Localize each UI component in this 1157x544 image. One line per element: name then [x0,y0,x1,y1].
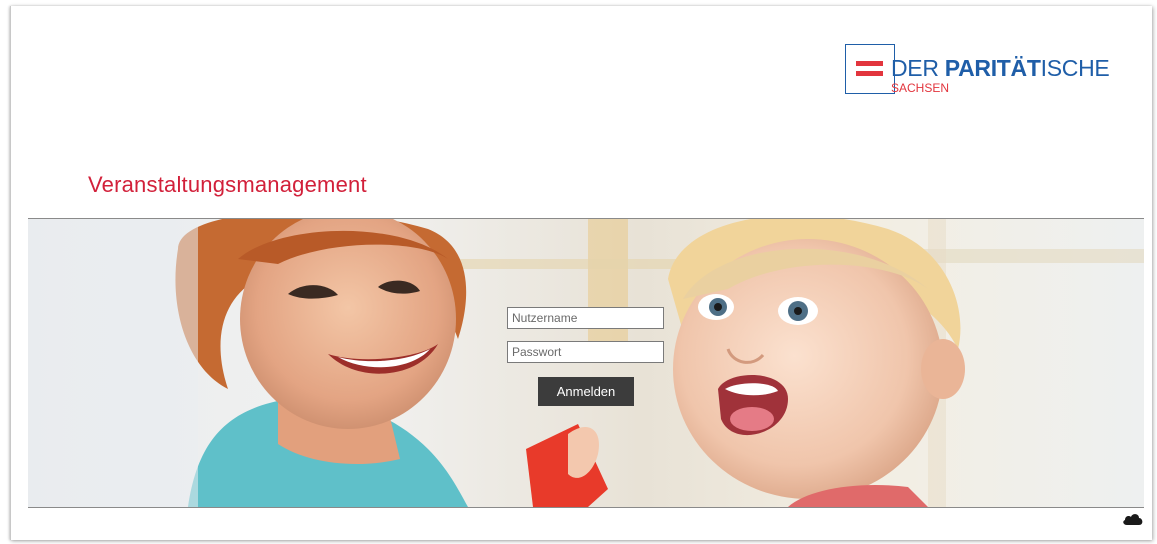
hero-photo-illustration [28,219,1144,507]
page: DER PARITÄTISCHE SACHSEN Veranstaltungsm… [0,0,1157,544]
password-input[interactable] [507,341,664,363]
brand-logo: DER PARITÄTISCHE SACHSEN [845,44,1115,100]
hero-image [28,218,1144,508]
logo-wordmark: DER PARITÄTISCHE [891,55,1110,81]
login-form: Anmelden [507,307,665,406]
logo-mark [845,44,895,94]
page-title: Veranstaltungsmanagement [88,172,367,197]
cloud-icon[interactable] [1122,512,1144,526]
login-button[interactable]: Anmelden [538,377,634,406]
logo-region: SACHSEN [891,81,950,95]
username-input[interactable] [507,307,664,329]
